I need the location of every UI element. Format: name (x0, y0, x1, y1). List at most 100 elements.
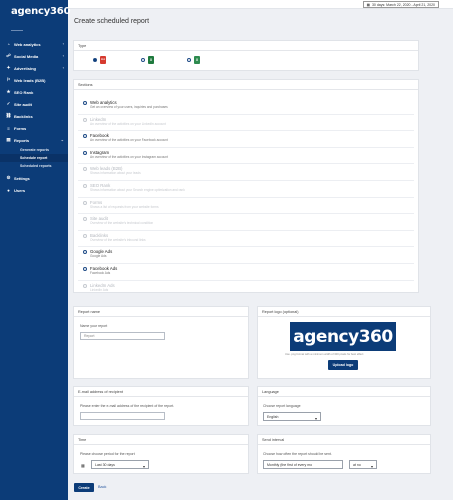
section-radio (83, 184, 87, 188)
sidebar-item-backlinks[interactable]: ⛓ Backlinks (0, 110, 68, 122)
section-radio (83, 283, 87, 288)
back-link[interactable]: Back (98, 485, 106, 489)
section-radio[interactable] (83, 250, 87, 255)
date-range-picker[interactable]: ▦ 30 days: March 22, 2020 - April 21, 20… (362, 1, 439, 8)
chevron-down-icon: ▾ (314, 415, 317, 421)
sidebar-item-label: Reports (14, 137, 30, 143)
type-radio[interactable] (141, 58, 145, 62)
type-option[interactable]: PDF (93, 56, 106, 64)
interval-value: Monthly (the first of every mo (267, 462, 313, 467)
sidebar-item-site-audit[interactable]: ✓ Site audit (0, 98, 68, 110)
sidebar-item-label: Forms (14, 125, 27, 131)
section-radio (83, 233, 87, 238)
report-name-input[interactable]: Report (80, 332, 165, 340)
chevron-icon: ‹ (62, 53, 64, 58)
interval-select[interactable]: Monthly (the first of every mo (263, 460, 343, 469)
language-select[interactable]: English ▾ (263, 412, 321, 421)
section-desc: Overview of the website's technical cond… (90, 221, 154, 226)
divider (78, 246, 414, 247)
sidebar-item-web-analytics[interactable]: ◔ Web analytics ‹ (0, 38, 68, 50)
time-label: Please choose period for the report (80, 452, 135, 456)
interval-time-select[interactable]: at no ▾ (349, 460, 377, 469)
section-desc: Shows a list of requests from your websi… (90, 204, 159, 209)
gear-icon: ⚙ (6, 175, 11, 180)
email-input[interactable] (80, 412, 165, 420)
section-option[interactable]: Google Ads Google Ads (74, 249, 418, 258)
language-label: Choose report language (263, 404, 301, 408)
date-range-label: 30 days: March 22, 2020 - April 21, 2020 (371, 2, 435, 7)
report-name-card: Report name Name your report Report (73, 306, 249, 379)
create-button[interactable]: Create (74, 483, 94, 492)
section-desc: LinkedIn Ads (90, 287, 109, 292)
sidebar-item-forms[interactable]: ≡ Forms (0, 122, 68, 134)
section-text: Facebook Ads Facebook Ads (90, 266, 117, 275)
sidebar-subitem-schedule-report[interactable]: Schedule report (0, 154, 68, 162)
link-icon: ⛓ (5, 113, 12, 118)
rank-icon: ★ (6, 89, 11, 94)
share-icon: ☍ (6, 53, 11, 58)
sidebar-subitem-scheduled-reports[interactable]: Scheduled reports (0, 162, 68, 170)
section-radio[interactable] (83, 101, 87, 105)
report-icon: ▤ (6, 137, 11, 142)
section-option[interactable]: Instagram An overview of the activities o… (74, 150, 418, 159)
section-radio[interactable] (83, 150, 87, 155)
sidebar-item-web-leads-b2b[interactable]: ⚐ Web leads (B2B) (0, 74, 68, 86)
sidebar-item-label: Social Media (14, 53, 39, 59)
type-option[interactable]: X (187, 56, 200, 64)
section-name: LinkedIn Ads (90, 282, 115, 288)
section-radio[interactable] (83, 134, 87, 139)
time-card: Time Please choose period for the report… (73, 434, 249, 474)
section-radio[interactable] (83, 267, 87, 271)
sidebar-item-reports[interactable]: ▤ Reports ⌄ (0, 134, 68, 146)
agency360-logo[interactable]: agency360 (11, 6, 71, 17)
sidebar-item-seo-rank[interactable]: ★ SEO Rank (0, 86, 68, 98)
sidebar-item-advertising[interactable]: ✦ Advertising ‹ (0, 62, 68, 74)
time-title: Time (78, 438, 87, 442)
section-text: Backlinks Overview of the website's inbou… (90, 233, 146, 242)
divider (74, 50, 418, 51)
sidebar-item-social-media[interactable]: ☍ Social Media ‹ (0, 50, 68, 62)
sidebar-item-label: SEO Rank (14, 89, 34, 95)
report-logo-hint: Use .png format with a minimum width of … (285, 353, 364, 356)
calendar-icon: ▦ (81, 463, 85, 468)
interval-card: Send interval Choose how often the repor… (257, 434, 431, 474)
section-desc: An overview of the activities on your In… (90, 154, 168, 159)
divider (78, 213, 414, 214)
type-radio[interactable] (187, 58, 191, 62)
sidebar-subitem-generate-reports[interactable]: Generate reports (0, 146, 68, 154)
section-option[interactable]: Facebook An overview of the activities on… (74, 133, 418, 142)
divider (258, 444, 430, 445)
sidebar-item-label: Settings (14, 175, 30, 181)
page-title: Create scheduled report (74, 18, 150, 25)
interval-label: Choose how often the report should be se… (263, 452, 332, 456)
chart-icon: ◔ (7, 41, 10, 47)
email-title: E-mail address of recipient (78, 390, 123, 394)
interval-title: Send interval (262, 438, 285, 442)
upload-logo-button[interactable]: Upload logo (328, 360, 358, 370)
divider (74, 444, 248, 445)
type-radio[interactable] (93, 58, 97, 62)
chevron-down-icon: ▾ (142, 463, 145, 469)
leads-icon: ⚐ (6, 77, 11, 82)
section-desc: Get an overview of your users, inquiries… (90, 105, 168, 109)
divider (74, 316, 248, 317)
section-text: Forms Shows a list of requests from your … (90, 200, 159, 209)
divider (78, 179, 414, 181)
time-select[interactable]: ▦ Last 30 days ▾ (81, 460, 149, 469)
sections-card: Sections Web analytics Get an overview of… (73, 79, 419, 293)
chevron-icon: ⌄ (60, 137, 64, 142)
section-desc: Overview of the website's inbound links (90, 237, 146, 242)
section-radio (83, 200, 87, 205)
excel-file-icon: X (194, 56, 200, 64)
section-option: LinkedIn An overview of the activities on… (74, 117, 418, 126)
type-option[interactable]: X (141, 56, 154, 64)
pdf-file-icon: PDF (100, 56, 106, 64)
divider (258, 316, 430, 317)
email-label: Please enter the e-mail address of the r… (80, 404, 175, 408)
section-option[interactable]: Facebook Ads Facebook Ads (74, 266, 418, 275)
sidebar-item-settings[interactable]: ⚙ Settings (0, 172, 68, 184)
language-value: English (267, 414, 279, 419)
language-title: Language (262, 390, 279, 394)
sidebar-item-users[interactable]: ● Users (0, 184, 68, 196)
section-option[interactable]: Web analytics Get an overview of your use… (74, 100, 418, 109)
